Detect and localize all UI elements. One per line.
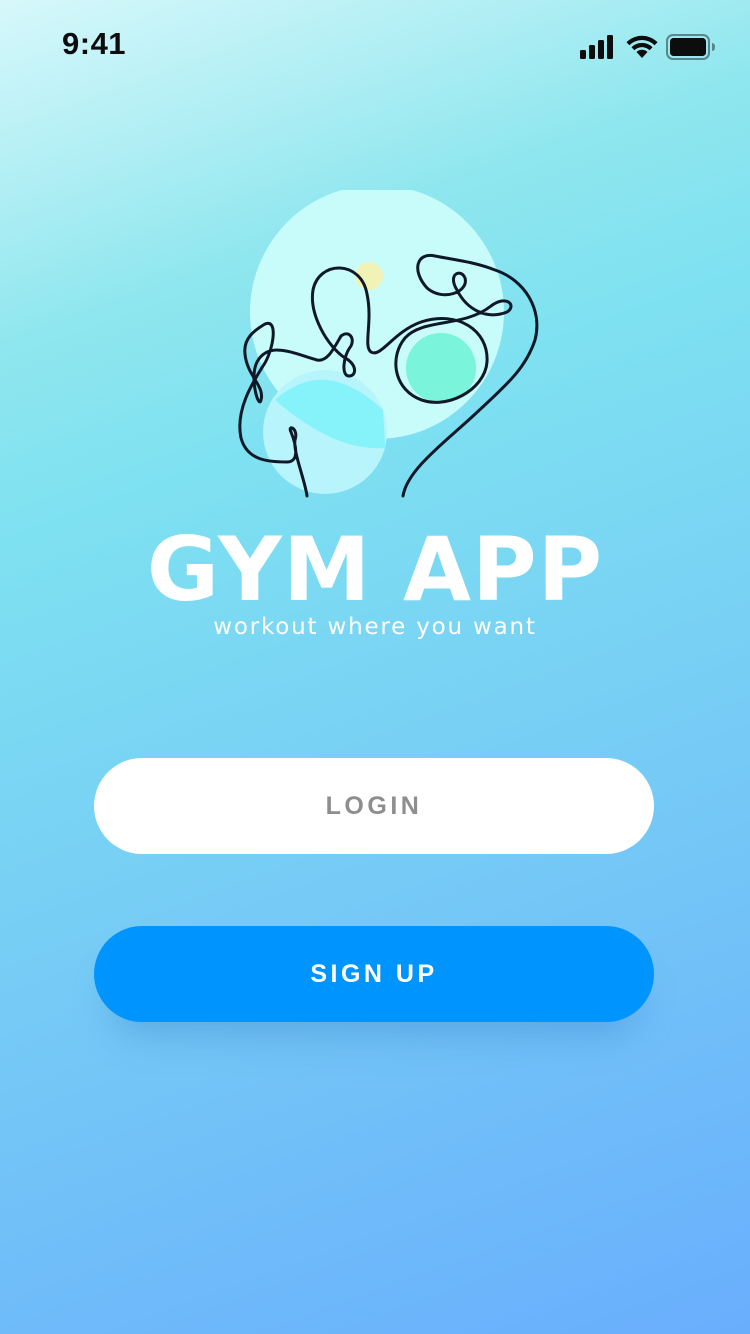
signup-button[interactable]: SIGN UP bbox=[94, 926, 654, 1022]
wifi-icon bbox=[626, 35, 658, 58]
app-tagline: workout where you want bbox=[213, 614, 537, 640]
status-bar: 9:41 bbox=[0, 0, 750, 90]
app-title: GYM APP bbox=[146, 518, 604, 621]
battery-icon bbox=[666, 34, 715, 60]
signup-button-label: SIGN UP bbox=[310, 959, 438, 988]
login-button-label: LOGIN bbox=[325, 791, 423, 820]
cellular-signal-icon bbox=[580, 35, 613, 59]
logo-illustration bbox=[238, 190, 539, 498]
status-icons bbox=[580, 30, 720, 64]
status-time: 9:41 bbox=[62, 26, 127, 61]
login-button[interactable]: LOGIN bbox=[94, 758, 654, 854]
